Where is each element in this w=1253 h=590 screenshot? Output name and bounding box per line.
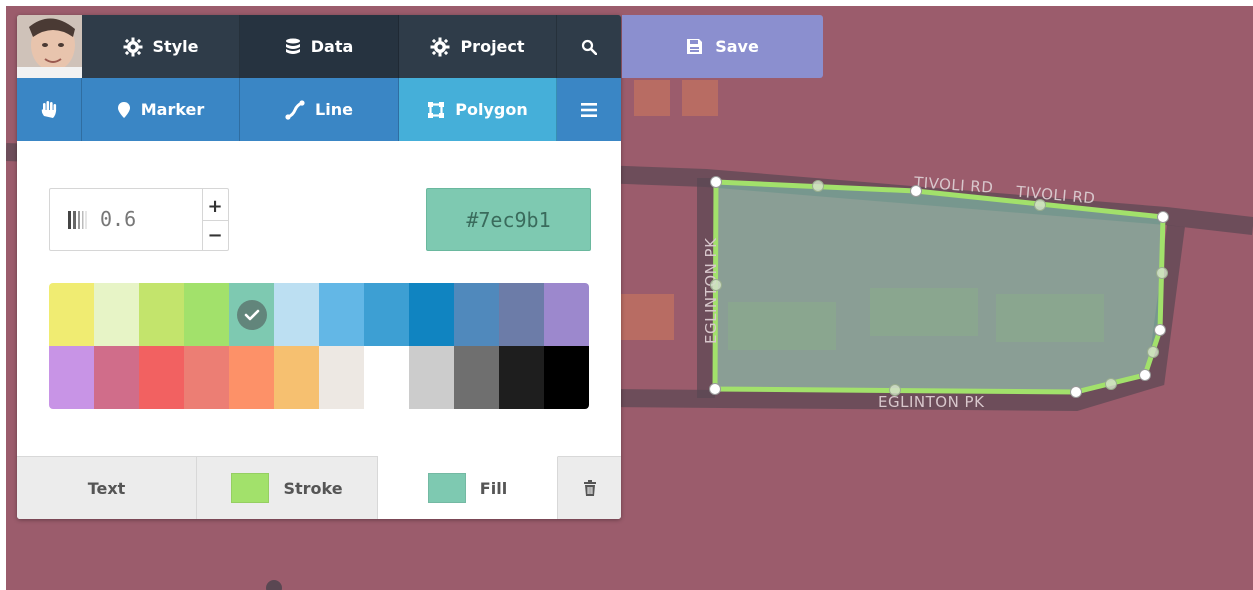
data-button-label: Data bbox=[310, 37, 354, 56]
color-swatch[interactable] bbox=[544, 346, 589, 409]
color-swatch[interactable] bbox=[499, 283, 544, 346]
polygon-midpoint[interactable] bbox=[812, 180, 824, 192]
color-swatch[interactable] bbox=[274, 346, 319, 409]
draw-toolbar: Marker Line Polygon bbox=[17, 78, 621, 141]
opacity-stepper[interactable]: 0.6 + − bbox=[49, 188, 229, 251]
marker-button[interactable]: Marker bbox=[82, 78, 240, 141]
editor-panel: Style Data Project Marker Line Polygon 0… bbox=[17, 15, 621, 519]
polygon-vertex[interactable] bbox=[910, 185, 922, 197]
opacity-value[interactable]: 0.6 bbox=[100, 207, 136, 231]
map-pin-icon bbox=[117, 101, 130, 118]
avatar[interactable] bbox=[17, 15, 82, 78]
tab-stroke[interactable]: Stroke bbox=[197, 456, 378, 519]
trash-icon bbox=[583, 480, 596, 496]
polygon-vertex[interactable] bbox=[1154, 324, 1166, 336]
building bbox=[634, 80, 670, 116]
polygon-vertex[interactable] bbox=[1139, 369, 1151, 381]
gear-icon bbox=[430, 37, 450, 56]
color-swatch[interactable] bbox=[139, 346, 184, 409]
pan-button[interactable] bbox=[17, 78, 82, 141]
color-swatch[interactable] bbox=[49, 283, 94, 346]
tab-fill-label: Fill bbox=[479, 478, 508, 498]
style-button-label: Style bbox=[152, 37, 199, 56]
color-swatch[interactable] bbox=[184, 283, 229, 346]
color-swatch[interactable] bbox=[274, 283, 319, 346]
building bbox=[996, 294, 1104, 342]
avatar-image bbox=[17, 15, 82, 78]
increment-button[interactable]: + bbox=[202, 191, 228, 221]
project-button-label: Project bbox=[460, 37, 525, 56]
style-button[interactable]: Style bbox=[82, 15, 240, 78]
building bbox=[870, 288, 978, 336]
polygon-vertex[interactable] bbox=[1157, 211, 1169, 223]
line-button[interactable]: Line bbox=[240, 78, 399, 141]
color-swatch[interactable] bbox=[94, 346, 139, 409]
tab-fill[interactable]: Fill bbox=[378, 456, 558, 519]
hand-icon bbox=[41, 100, 57, 118]
color-swatch[interactable] bbox=[139, 283, 184, 346]
project-button[interactable]: Project bbox=[399, 15, 557, 78]
color-swatch[interactable] bbox=[364, 283, 409, 346]
floppy-disk-icon bbox=[687, 39, 703, 54]
color-swatch[interactable] bbox=[454, 346, 499, 409]
color-hex-field[interactable]: #7ec9b1 bbox=[426, 188, 591, 251]
line-button-label: Line bbox=[315, 100, 353, 119]
polygon-midpoint[interactable] bbox=[1105, 378, 1117, 390]
color-swatch[interactable] bbox=[319, 346, 364, 409]
polygon-icon bbox=[428, 101, 445, 118]
decrement-button[interactable]: − bbox=[202, 220, 228, 250]
color-swatch[interactable] bbox=[229, 346, 274, 409]
polygon-vertex[interactable] bbox=[710, 176, 722, 188]
tab-stroke-label: Stroke bbox=[283, 478, 343, 498]
data-button[interactable]: Data bbox=[240, 15, 399, 78]
color-swatch[interactable] bbox=[454, 283, 499, 346]
color-swatch[interactable] bbox=[319, 283, 364, 346]
search-icon bbox=[581, 39, 597, 55]
fill-color-chip bbox=[427, 473, 466, 503]
color-swatch[interactable] bbox=[544, 283, 589, 346]
line-draw-icon bbox=[285, 99, 305, 120]
main-toolbar: Style Data Project bbox=[17, 15, 621, 78]
polygon-midpoint[interactable] bbox=[710, 279, 722, 291]
polygon-button[interactable]: Polygon bbox=[399, 78, 557, 141]
map-point[interactable] bbox=[266, 580, 282, 590]
hamburger-menu-icon bbox=[581, 102, 597, 117]
color-swatch[interactable] bbox=[364, 346, 409, 409]
menu-button[interactable] bbox=[557, 78, 621, 141]
building bbox=[618, 294, 674, 340]
color-swatch[interactable] bbox=[184, 346, 229, 409]
building bbox=[728, 302, 836, 350]
polygon-midpoint[interactable] bbox=[1156, 267, 1168, 279]
polygon-vertex[interactable] bbox=[1070, 386, 1082, 398]
marker-button-label: Marker bbox=[140, 100, 205, 119]
checkmark-icon bbox=[236, 299, 267, 330]
database-icon bbox=[285, 38, 300, 54]
style-tabs: Text Stroke Fill bbox=[17, 456, 621, 519]
delete-button[interactable] bbox=[558, 456, 621, 519]
building bbox=[682, 80, 718, 116]
search-button[interactable] bbox=[557, 15, 621, 78]
stroke-color-chip bbox=[231, 473, 270, 503]
polygon-midpoint[interactable] bbox=[889, 384, 901, 396]
save-button-label: Save bbox=[715, 37, 759, 56]
color-swatch[interactable] bbox=[409, 283, 454, 346]
save-button[interactable]: Save bbox=[622, 15, 823, 78]
opacity-bars-icon bbox=[68, 211, 87, 229]
color-swatch[interactable] bbox=[409, 346, 454, 409]
edited-polygon[interactable] bbox=[712, 179, 1166, 395]
gear-icon bbox=[123, 37, 143, 56]
polygon-vertex[interactable] bbox=[709, 383, 721, 395]
color-swatch[interactable] bbox=[94, 283, 139, 346]
color-swatch[interactable] bbox=[229, 283, 274, 346]
polygon-button-label: Polygon bbox=[455, 100, 528, 119]
color-swatch[interactable] bbox=[499, 346, 544, 409]
polygon-midpoint[interactable] bbox=[1034, 199, 1046, 211]
tab-text[interactable]: Text bbox=[17, 456, 197, 519]
tab-text-label: Text bbox=[87, 478, 126, 498]
color-palette bbox=[49, 283, 589, 409]
color-swatch[interactable] bbox=[49, 346, 94, 409]
polygon-midpoint[interactable] bbox=[1147, 346, 1159, 358]
